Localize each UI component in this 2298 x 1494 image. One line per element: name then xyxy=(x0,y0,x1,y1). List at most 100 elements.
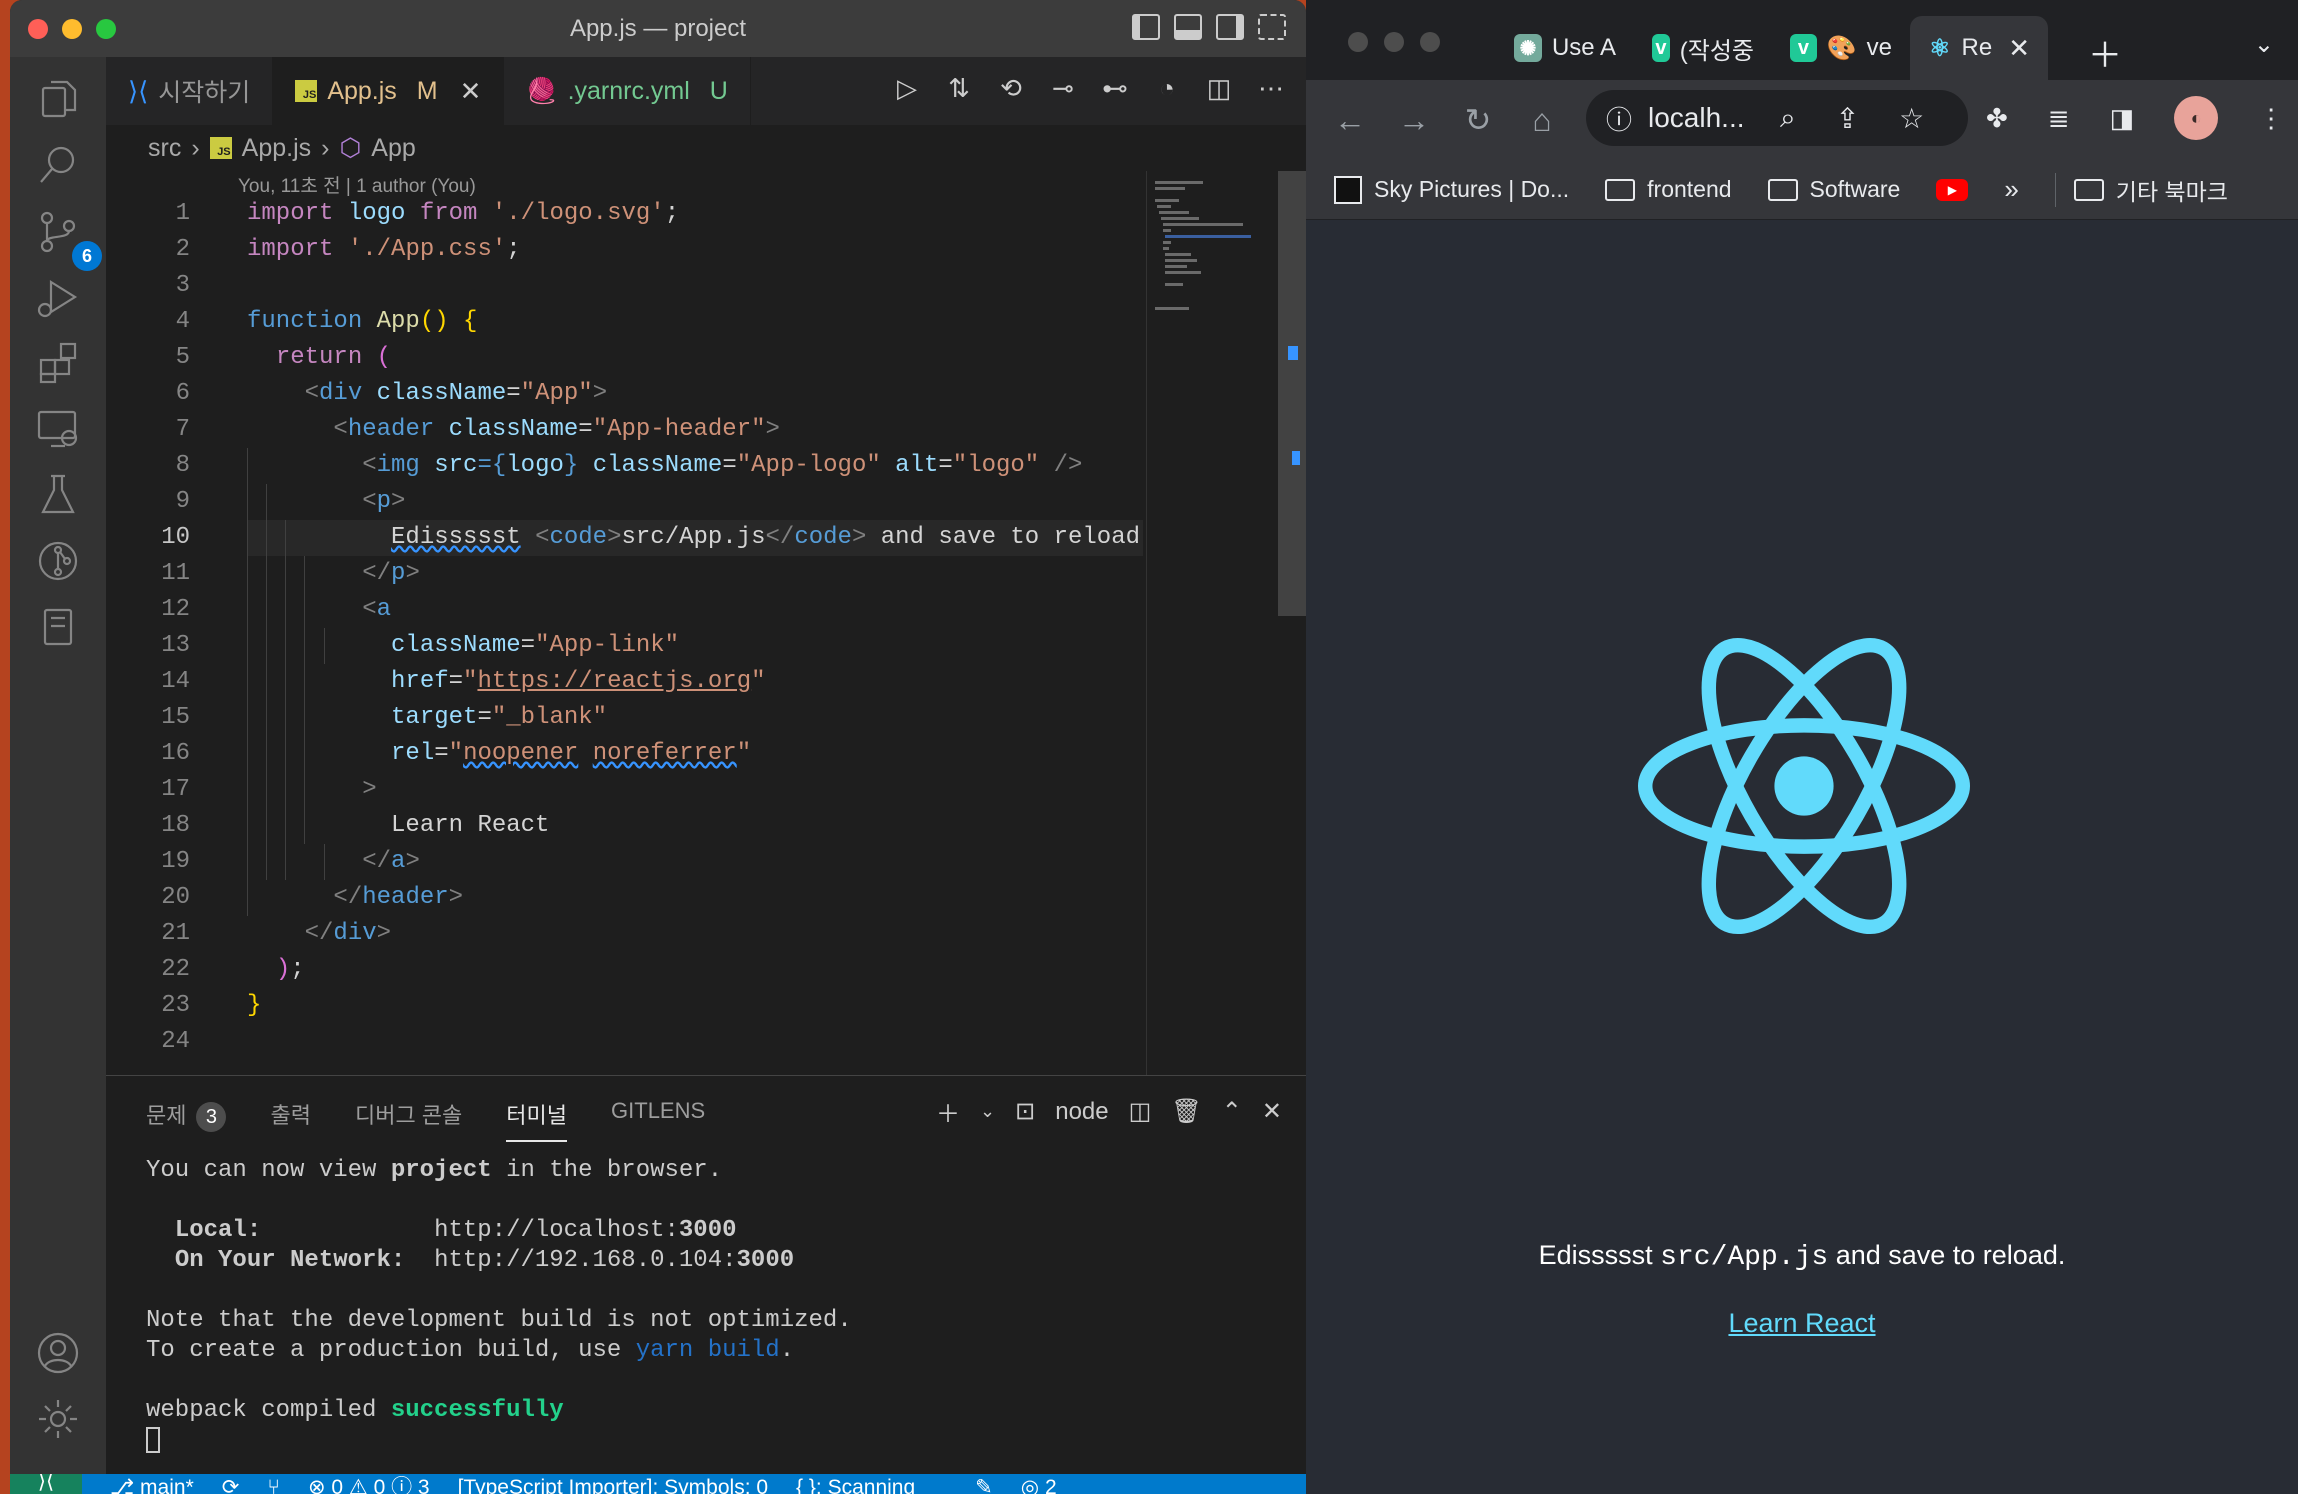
browser-tab[interactable]: v (작성중 xyxy=(1634,16,1772,80)
minimize-window-button[interactable] xyxy=(62,19,82,39)
terminal-name[interactable]: node xyxy=(1055,1098,1108,1126)
remote-indicator-icon[interactable]: ⟩⟨ xyxy=(10,1474,82,1494)
code-link[interactable]: https://reactjs.org xyxy=(477,668,751,695)
bookmark-item[interactable]: Sky Pictures | Do... xyxy=(1334,175,1569,204)
source-control-icon[interactable]: 6 xyxy=(28,201,102,271)
close-panel-icon[interactable]: ✕ xyxy=(1262,1097,1282,1126)
explorer-icon[interactable] xyxy=(28,69,88,129)
tab-gitlens[interactable]: GITLENS xyxy=(611,1098,705,1142)
ts-importer-status[interactable]: [TypeScript Importer]: Symbols: 0 xyxy=(458,1474,768,1494)
tab-yarnrc[interactable]: 🧶 .yarnrc.yml U xyxy=(504,57,751,125)
line-number: 11 xyxy=(161,560,190,587)
new-terminal-icon[interactable]: ＋ xyxy=(936,1094,960,1129)
remote-explorer-icon[interactable] xyxy=(28,399,88,459)
line-number: 20 xyxy=(161,884,190,911)
more-actions-icon[interactable]: ⋯ xyxy=(1256,73,1286,104)
chrome-menu-icon[interactable]: ⋮ xyxy=(2258,103,2284,134)
learn-react-link[interactable]: Learn React xyxy=(1728,1308,1875,1338)
settings-gear-icon[interactable] xyxy=(28,1389,88,1449)
breadcrumb-file[interactable]: App.js xyxy=(242,134,311,163)
minimap[interactable] xyxy=(1146,171,1278,1075)
next-change-icon[interactable]: ⊷ xyxy=(1100,73,1130,104)
problems-indicator[interactable]: ⊗ 0 ⚠ 0 ⓘ 3 xyxy=(308,1474,430,1494)
split-editor-icon[interactable]: ◫ xyxy=(1204,73,1234,104)
branch-indicator[interactable]: ⎇ main* xyxy=(110,1474,194,1494)
tab-terminal[interactable]: 터미널 xyxy=(506,1098,568,1142)
forward-arrow-icon[interactable]: → xyxy=(1382,102,1446,139)
open-changes-icon[interactable]: ⟲ xyxy=(996,73,1026,104)
line-number: 22 xyxy=(161,956,190,983)
profile-avatar[interactable]: ◐ xyxy=(2174,96,2219,140)
minimize-window-button[interactable] xyxy=(1384,32,1404,52)
back-arrow-icon[interactable]: ← xyxy=(1318,102,1382,139)
zoom-window-button[interactable] xyxy=(1420,32,1440,52)
testing-icon[interactable] xyxy=(28,465,88,525)
bookmark-folder[interactable]: frontend xyxy=(1605,176,1732,203)
zoom-window-button[interactable] xyxy=(96,19,116,39)
run-debug-icon[interactable] xyxy=(28,267,88,327)
tab-search-chevron-icon[interactable]: ⌄ xyxy=(2254,30,2274,59)
gitlens-icon[interactable] xyxy=(28,531,88,591)
scanning-status[interactable]: { }: Scanning xyxy=(796,1474,915,1494)
url-text: localh... xyxy=(1648,102,1745,133)
panel-tab-bar: 문제 3 출력 디버그 콘솔 터미널 GITLENS xyxy=(146,1098,705,1142)
close-tab-icon[interactable]: ✕ xyxy=(460,76,482,107)
terminal-output[interactable]: You can now view project in the browser.… xyxy=(146,1156,852,1456)
feedback-icon[interactable]: ✎ xyxy=(975,1474,993,1494)
chevron-down-icon[interactable]: ⌄ xyxy=(980,1101,995,1122)
accounts-icon[interactable] xyxy=(28,1323,88,1383)
browser-tab[interactable]: ✺ Use A xyxy=(1496,16,1634,80)
close-tab-icon[interactable]: ✕ xyxy=(2008,33,2030,64)
breadcrumb-folder[interactable]: src xyxy=(148,134,181,163)
previous-change-icon[interactable]: ⊸ xyxy=(1048,73,1078,104)
activity-bar: 6 xyxy=(10,57,106,1475)
reading-list-icon[interactable]: ≣ xyxy=(2048,103,2070,134)
close-window-button[interactable] xyxy=(28,19,48,39)
split-terminal-icon[interactable]: ◫ xyxy=(1129,1097,1152,1126)
info-icon[interactable]: ⓘ xyxy=(1606,100,1632,137)
bookmarks-overflow[interactable]: » xyxy=(2004,174,2018,205)
git-graph-icon[interactable]: ⑂ xyxy=(267,1474,280,1494)
code-line-5: return ( xyxy=(275,344,392,371)
bookmark-folder-other[interactable]: 기타 북마크 xyxy=(2054,172,2228,207)
bookmark-star-icon[interactable]: ☆ xyxy=(1899,102,1924,135)
browser-tab[interactable]: v 🎨 ve xyxy=(1772,16,1910,80)
toggle-sidebar-icon[interactable] xyxy=(1132,14,1160,40)
editor-scrollbar[interactable] xyxy=(1278,171,1306,616)
bookmark-item[interactable]: ▶ xyxy=(1936,178,1969,201)
browser-tab-active[interactable]: ⚛ Re ✕ xyxy=(1910,16,2048,80)
tab-app-js[interactable]: JS App.js M ✕ xyxy=(273,57,505,125)
toggle-panel-icon[interactable] xyxy=(1174,14,1202,40)
notifications-indicator[interactable]: ◎ 2 xyxy=(1021,1474,1057,1494)
maximize-panel-icon[interactable]: ⌃ xyxy=(1222,1097,1242,1126)
zoom-magnifier-icon[interactable]: ⌕ xyxy=(1780,102,1796,135)
compare-changes-icon[interactable]: ⇅ xyxy=(944,73,974,104)
reload-icon[interactable]: ↻ xyxy=(1446,101,1510,139)
home-icon[interactable]: ⌂ xyxy=(1510,102,1574,139)
code-editor[interactable]: import logo from './logo.svg'; import '.… xyxy=(247,196,1143,1076)
bookmark-folder[interactable]: Software xyxy=(1767,176,1900,203)
extensions-icon[interactable] xyxy=(28,333,88,393)
tab-debug-console[interactable]: 디버그 콘솔 xyxy=(355,1098,462,1142)
tab-welcome[interactable]: ⟩⟨ 시작하기 xyxy=(106,57,274,125)
gitlens-inspect-icon[interactable]: ◔ xyxy=(1152,73,1182,104)
extensions-puzzle-icon[interactable]: ✤ xyxy=(1986,103,2008,134)
side-panel-icon[interactable]: ◨ xyxy=(2110,103,2135,134)
sync-icon[interactable]: ⟳ xyxy=(222,1474,240,1494)
toggle-secondary-sidebar-icon[interactable] xyxy=(1216,14,1244,40)
new-tab-plus-icon[interactable]: ＋ xyxy=(2088,28,2122,77)
line-number: 9 xyxy=(175,488,190,515)
codelens-author[interactable]: You, 11초 전 | 1 author (You) xyxy=(238,171,476,198)
line-number: 21 xyxy=(161,920,190,947)
notebook-icon[interactable] xyxy=(28,597,88,657)
line-number: 2 xyxy=(175,236,190,263)
tab-problems[interactable]: 문제 3 xyxy=(146,1098,227,1142)
share-icon[interactable]: ⇪ xyxy=(1836,102,1859,135)
run-icon[interactable]: ▷ xyxy=(892,73,922,104)
trash-icon[interactable]: 🗑 xyxy=(1171,1097,1201,1126)
tab-output[interactable]: 출력 xyxy=(270,1098,310,1142)
close-window-button[interactable] xyxy=(1348,32,1368,52)
breadcrumb-symbol[interactable]: App xyxy=(371,134,415,163)
search-icon[interactable] xyxy=(28,135,88,195)
customize-layout-icon[interactable] xyxy=(1258,14,1286,40)
